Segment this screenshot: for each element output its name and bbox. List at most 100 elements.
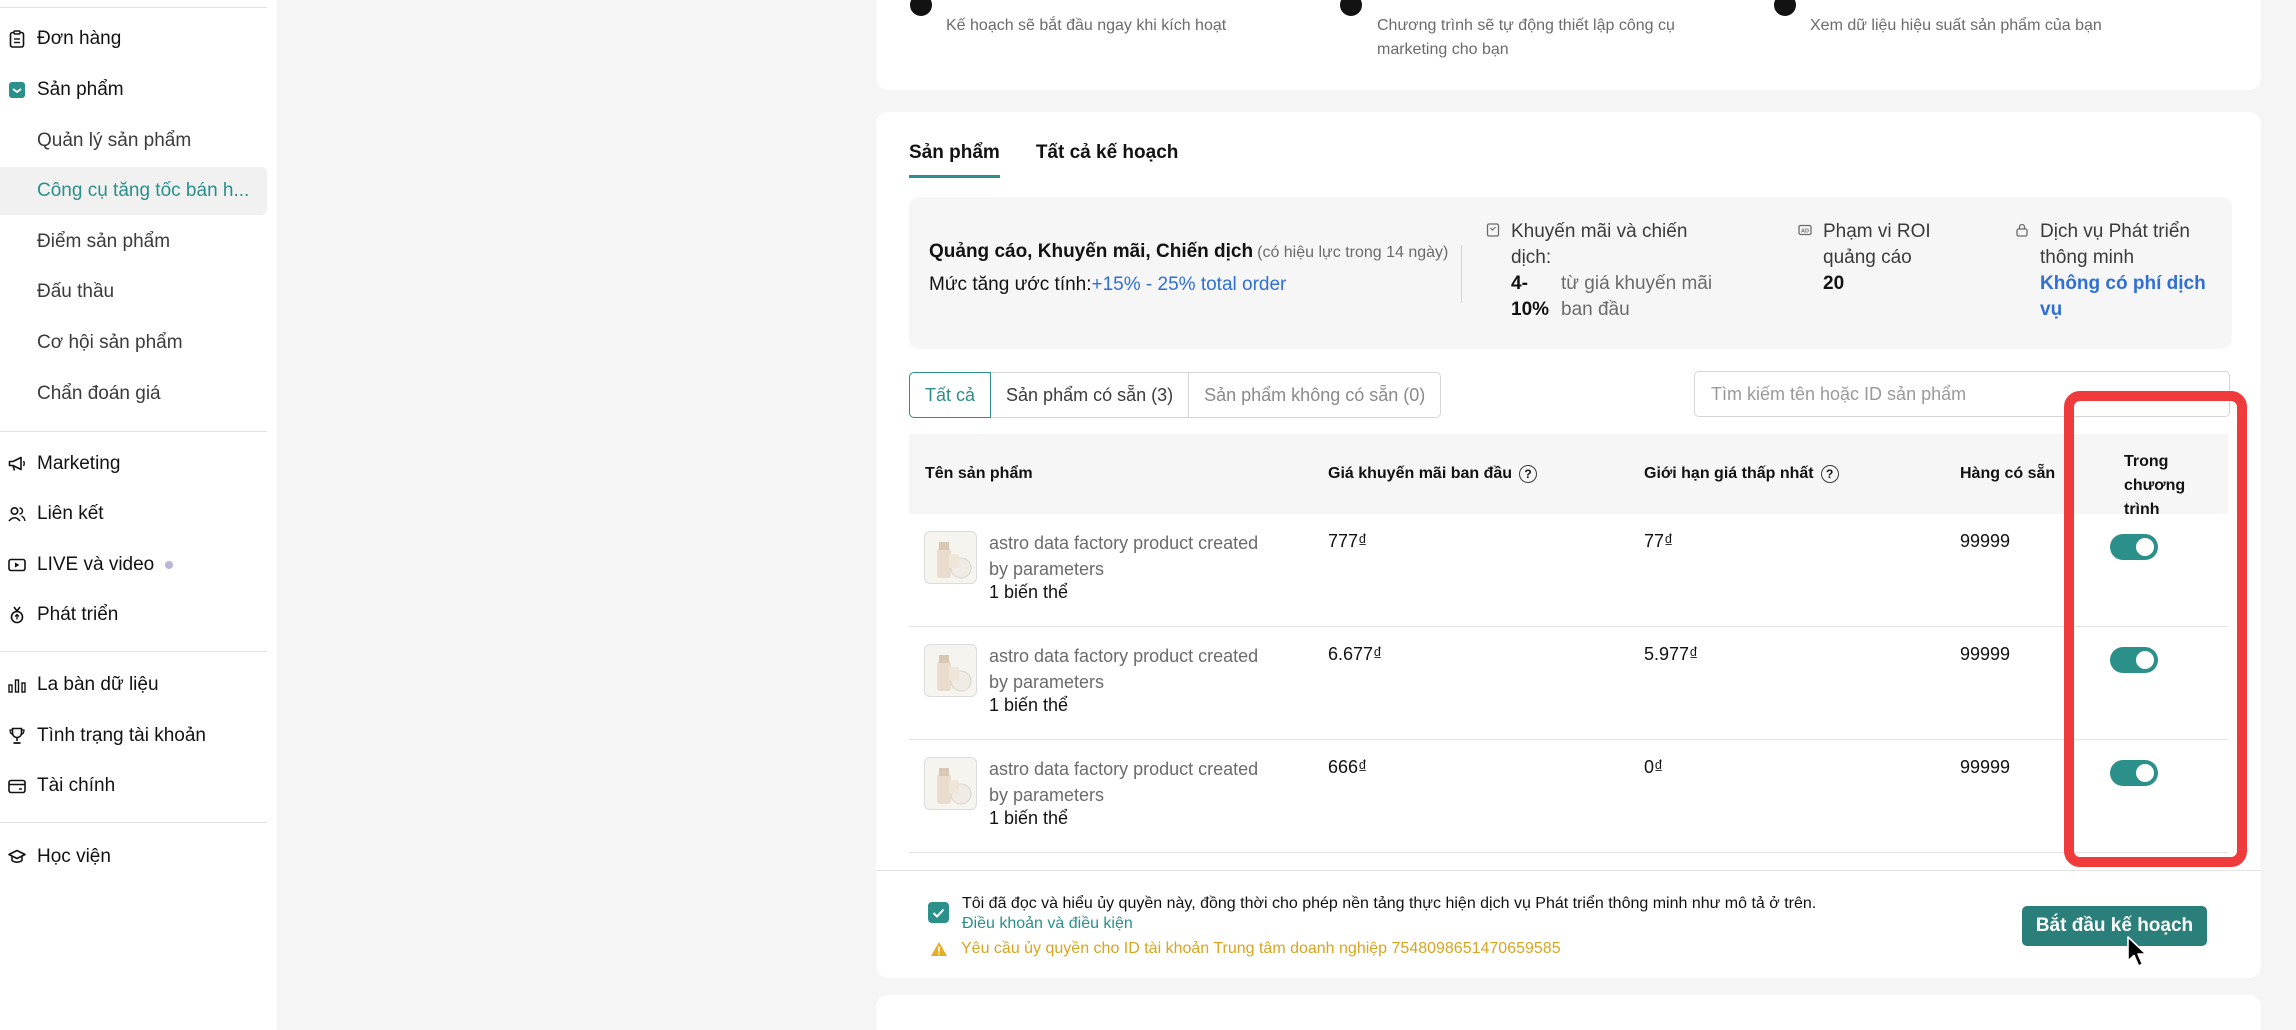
stock-value: 99999 [1960,757,2011,777]
variant-count: 1 biến thể [989,582,1069,602]
step-number-badge [1340,0,1362,16]
sidebar-item-label: Đơn hàng [37,28,122,49]
sidebar-item-label: Liên kết [37,503,104,524]
trophy-icon [8,727,26,745]
sidebar-item-orders[interactable]: Đơn hàng [0,15,267,63]
sidebar-item-data-compass[interactable]: La bàn dữ liệu [0,661,267,709]
authorization-warning: Yêu cầu ủy quyền cho ID tài khoản Trung … [930,940,1561,958]
product-name: astro data factory product created by pa… [989,643,1309,695]
promo-value: 4- [1511,273,1528,294]
sidebar-item-products[interactable]: Sản phẩm [0,66,267,114]
mouse-cursor-icon [2127,936,2147,967]
promo-note: từ giá khuyến mãi [1561,273,1713,294]
column-header-stock: Hàng có sẵn [1960,462,2055,486]
product-name: astro data factory product created by pa… [989,756,1309,808]
variant-count: 1 biến thể [989,695,1069,715]
sidebar-item-label: Tình trạng tài khoản [37,725,206,746]
in-program-column-highlight [2064,391,2247,867]
column-header-promo-price: Giá khuyến mãi ban đầu? [1328,462,1538,486]
product-thumbnail [924,531,977,584]
ad-icon: AD [1798,224,1812,236]
tag-icon [1486,223,1500,237]
min-price-value: 5.977₫ [1644,644,1699,664]
product-name-line: astro data factory product created [989,759,1259,779]
plan-title: Quảng cáo, Khuyến mãi, Chiến dịch (có hiệ… [929,241,1448,263]
help-icon[interactable]: ? [1820,465,1839,483]
sidebar-item-live-video[interactable]: LIVE và video [0,541,267,589]
sidebar-item-product-opportunities[interactable]: Cơ hội sản phẩm [0,319,267,367]
sidebar-divider [0,651,267,652]
megaphone-icon [8,455,26,473]
growth-medal-icon [8,606,26,624]
sidebar-item-label: Học viện [37,846,111,867]
terms-link[interactable]: Điều khoản và điều kiện [962,915,1133,933]
step-description: Kế hoạch sẽ bắt đầu ngay khi kích hoạt [946,17,1227,34]
sidebar-item-marketing[interactable]: Marketing [0,440,267,488]
promo-value: 10% [1511,299,1550,320]
sidebar-item-sales-accelerator[interactable]: Công cụ tăng tốc bán h... [0,167,267,215]
service-label: thông minh [2040,247,2135,268]
plan-summary-panel: Quảng cáo, Khuyến mãi, Chiến dịch (có hiệ… [909,197,2232,349]
filter-all-button[interactable]: Tất cả [909,372,992,418]
table-header: Tên sản phẩm Giá khuyến mãi ban đầu? Giớ… [909,434,2228,518]
sidebar-item-label: Sản phẩm [37,79,124,100]
sidebar-item-account-health[interactable]: Tình trạng tài khoản [0,712,267,760]
clipboard-icon [8,30,26,48]
svg-text:AD: AD [1801,229,1809,235]
column-header-label: Tên sản phẩm [925,465,1033,482]
roi-label: Phạm vi ROI [1823,221,1931,242]
product-name-line: astro data factory product created [989,646,1259,666]
estimated-increase-value: +15% - 25% total order [1091,274,1287,295]
sidebar-item-product-management[interactable]: Quản lý sản phẩm [0,117,267,165]
sidebar-item-academy[interactable]: Học viện [0,833,267,881]
authorization-checkbox[interactable] [928,902,949,923]
tab-products[interactable]: Sản phẩm [909,142,1000,178]
sidebar-item-label: La bàn dữ liệu [37,674,159,695]
table-row: astro data factory product created by pa… [909,627,2228,740]
sidebar-item-bidding[interactable]: Đấu thầu [0,268,267,316]
column-header-name: Tên sản phẩm [925,462,1033,486]
step-number-badge [1774,0,1796,16]
sidebar-item-label: Phát triển [37,604,119,625]
checkmark-icon [932,908,945,918]
product-thumbnail [924,757,977,810]
step-description: Chương trình sẽ tự động thiết lập công c… [1377,14,1675,62]
column-header-label: Giới hạn giá thấp nhất [1644,465,1814,482]
promo-label: dịch: [1511,247,1552,268]
product-box-icon [8,81,26,99]
product-name-line: by parameters [989,559,1105,579]
users-icon [8,505,26,523]
column-header-label: Hàng có sẵn [1960,465,2056,482]
product-name-line: by parameters [989,672,1105,692]
filter-available-button[interactable]: Sản phẩm có sẵn (3) [991,372,1190,418]
promo-note: ban đầu [1561,299,1630,320]
start-plan-button[interactable]: Bắt đầu kế hoạch [2022,906,2207,946]
sidebar-item-label: Quản lý sản phẩm [37,130,192,151]
sidebar-item-label: Marketing [37,453,121,474]
filter-unavailable-button[interactable]: Sản phẩm không có sẵn (0) [1189,372,1442,418]
next-card [876,995,2261,1030]
variant-count: 1 biến thể [989,808,1069,828]
video-icon [8,556,26,574]
plan-config-card: Sản phẩm Tất cả kế hoạch Quảng cáo, Khuy… [876,112,2261,978]
sidebar-item-product-score[interactable]: Điểm sản phẩm [0,218,267,266]
warning-icon [931,942,947,956]
sidebar-item-finance[interactable]: Tài chính [0,762,267,810]
sidebar-item-growth[interactable]: Phát triển [0,591,267,639]
step-description-line: marketing cho bạn [1377,41,1509,58]
promo-price-value: 666₫ [1328,757,1368,777]
step-description-line: Chương trình sẽ tự động thiết lập công c… [1377,17,1675,34]
sidebar: Đơn hàng Sản phẩm Quản lý sản phẩm Công … [0,0,277,1030]
product-name-line: astro data factory product created [989,533,1259,553]
tab-all-plans[interactable]: Tất cả kế hoạch [1036,142,1179,178]
help-icon[interactable]: ? [1519,465,1538,483]
column-header-label: Giá khuyến mãi ban đầu [1328,465,1513,482]
sidebar-divider [0,431,267,432]
product-thumbnail [924,644,977,697]
sidebar-item-label: Công cụ tăng tốc bán h... [37,180,250,201]
sidebar-item-price-diagnosis[interactable]: Chẩn đoán giá [0,370,267,418]
footer-divider [876,870,2261,871]
graduation-cap-icon [8,848,26,866]
sidebar-divider [0,822,267,823]
sidebar-item-affiliate[interactable]: Liên kết [0,490,267,538]
